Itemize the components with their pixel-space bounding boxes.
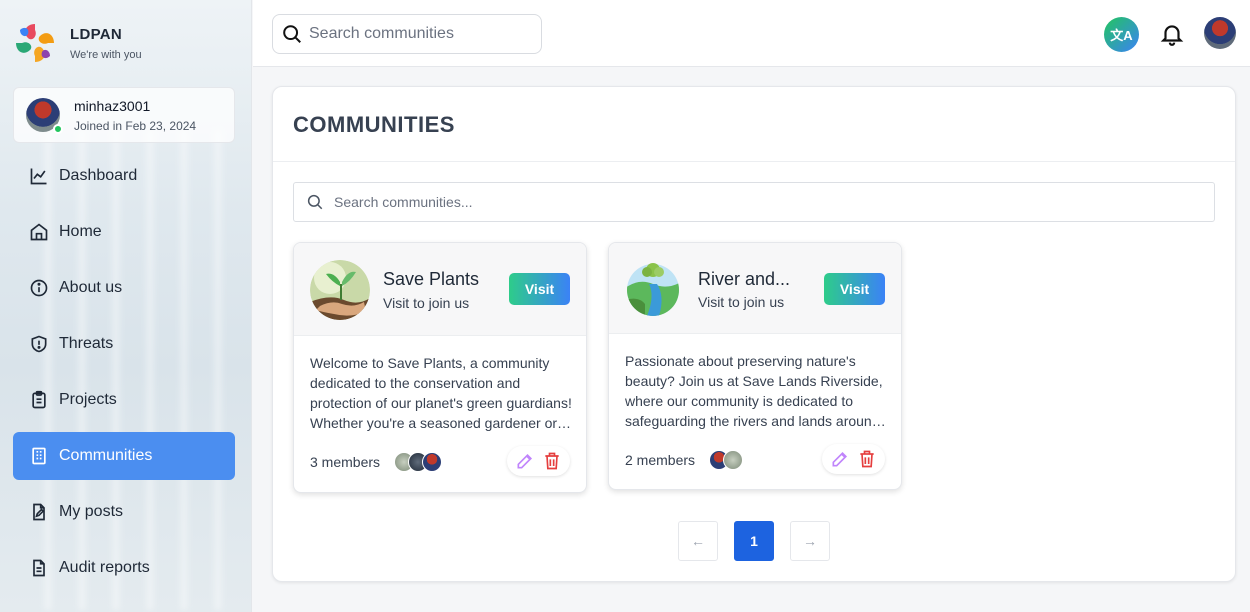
trash-icon[interactable] bbox=[542, 451, 562, 471]
brand-name: LDPAN bbox=[70, 25, 123, 43]
avatar bbox=[723, 450, 743, 470]
community-plants-avatar bbox=[310, 260, 370, 320]
sidebar-item-label: About us bbox=[59, 279, 123, 296]
sidebar-item-audit-reports[interactable]: Audit reports bbox=[13, 544, 235, 592]
communities-search[interactable] bbox=[293, 182, 1215, 222]
edit-icon[interactable] bbox=[515, 451, 535, 471]
top-search-input[interactable] bbox=[309, 25, 529, 43]
building-icon bbox=[32, 447, 46, 465]
sidebar-item-communities[interactable]: Communities bbox=[13, 432, 235, 480]
ldpan-logo-icon bbox=[12, 20, 58, 66]
sidebar-item-label: Projects bbox=[59, 391, 117, 408]
bell-icon[interactable] bbox=[1159, 21, 1185, 47]
sidebar-item-label: Dashboard bbox=[59, 167, 138, 184]
profile-avatar[interactable] bbox=[1204, 17, 1236, 49]
sidebar-item-home[interactable]: Home bbox=[13, 208, 235, 256]
community-river-avatar bbox=[627, 263, 679, 316]
sidebar-nav: Dashboard Home About us Threats Projects… bbox=[13, 152, 235, 600]
brand-tagline: We're with you bbox=[70, 48, 142, 61]
search-icon bbox=[307, 194, 323, 210]
card-actions bbox=[507, 446, 570, 476]
brand[interactable]: LDPAN We're with you bbox=[12, 20, 142, 66]
sidebar-item-threats[interactable]: Threats bbox=[13, 320, 235, 368]
page-title: COMMUNITIES bbox=[293, 112, 455, 137]
divider bbox=[273, 161, 1235, 162]
sidebar: LDPAN We're with you minhaz3001 Joined i… bbox=[0, 0, 252, 612]
clipboard-icon bbox=[32, 390, 46, 409]
sidebar-item-projects[interactable]: Projects bbox=[13, 376, 235, 424]
member-avatars[interactable] bbox=[709, 450, 743, 470]
sidebar-item-about[interactable]: About us bbox=[13, 264, 235, 312]
community-name[interactable]: River and... bbox=[698, 269, 818, 290]
trash-icon[interactable] bbox=[857, 449, 877, 469]
member-avatars[interactable] bbox=[394, 452, 442, 472]
communities-search-input[interactable] bbox=[334, 194, 1194, 210]
community-description: Passionate about preserving nature's bea… bbox=[625, 353, 883, 429]
member-count: 2 members bbox=[625, 452, 696, 468]
communities-panel: COMMUNITIES Save Plants Visit to join bbox=[272, 86, 1236, 582]
community-subtitle: Visit to join us bbox=[383, 295, 470, 311]
file-edit-icon bbox=[33, 503, 45, 521]
sidebar-item-label: Threats bbox=[59, 335, 114, 352]
community-card-header: Save Plants Visit to join us Visit bbox=[294, 243, 586, 336]
community-card-header: River and... Visit to join us Visit bbox=[609, 243, 901, 334]
shield-alert-icon bbox=[31, 335, 47, 353]
sidebar-item-dashboard[interactable]: Dashboard bbox=[13, 152, 235, 200]
visit-button[interactable]: Visit bbox=[824, 273, 885, 305]
file-text-icon bbox=[33, 559, 45, 577]
next-page-button[interactable]: → bbox=[790, 521, 830, 561]
translate-button[interactable]: 文A bbox=[1104, 17, 1139, 52]
pagination: ← 1 → bbox=[678, 521, 846, 561]
home-icon bbox=[30, 223, 48, 241]
sidebar-item-label: Audit reports bbox=[59, 559, 150, 576]
user-name: minhaz3001 bbox=[74, 97, 151, 114]
visit-button[interactable]: Visit bbox=[509, 273, 570, 305]
prev-page-button[interactable]: ← bbox=[678, 521, 718, 561]
info-icon bbox=[30, 279, 48, 297]
sidebar-item-label: Communities bbox=[59, 447, 153, 464]
online-status-dot bbox=[53, 124, 63, 134]
community-card: Save Plants Visit to join us Visit Welco… bbox=[293, 242, 587, 493]
chart-line-icon bbox=[30, 168, 47, 185]
member-count: 3 members bbox=[310, 454, 381, 470]
sidebar-item-label: My posts bbox=[59, 503, 124, 520]
sidebar-item-my-posts[interactable]: My posts bbox=[13, 488, 235, 536]
search-icon bbox=[283, 25, 301, 43]
topbar: 文A bbox=[253, 0, 1250, 67]
community-card: River and... Visit to join us Visit Pass… bbox=[608, 242, 902, 490]
card-actions bbox=[822, 444, 885, 474]
top-search[interactable] bbox=[272, 14, 542, 54]
community-subtitle: Visit to join us bbox=[698, 294, 785, 310]
community-name[interactable]: Save Plants bbox=[383, 269, 503, 290]
user-card[interactable]: minhaz3001 Joined in Feb 23, 2024 bbox=[13, 87, 235, 143]
sidebar-item-label: Home bbox=[59, 223, 102, 240]
avatar bbox=[422, 452, 442, 472]
user-joined-date: Joined in Feb 23, 2024 bbox=[74, 118, 197, 133]
community-description: Welcome to Save Plants, a community dedi… bbox=[310, 355, 572, 431]
edit-icon[interactable] bbox=[830, 449, 850, 469]
page-number-button[interactable]: 1 bbox=[734, 521, 774, 561]
